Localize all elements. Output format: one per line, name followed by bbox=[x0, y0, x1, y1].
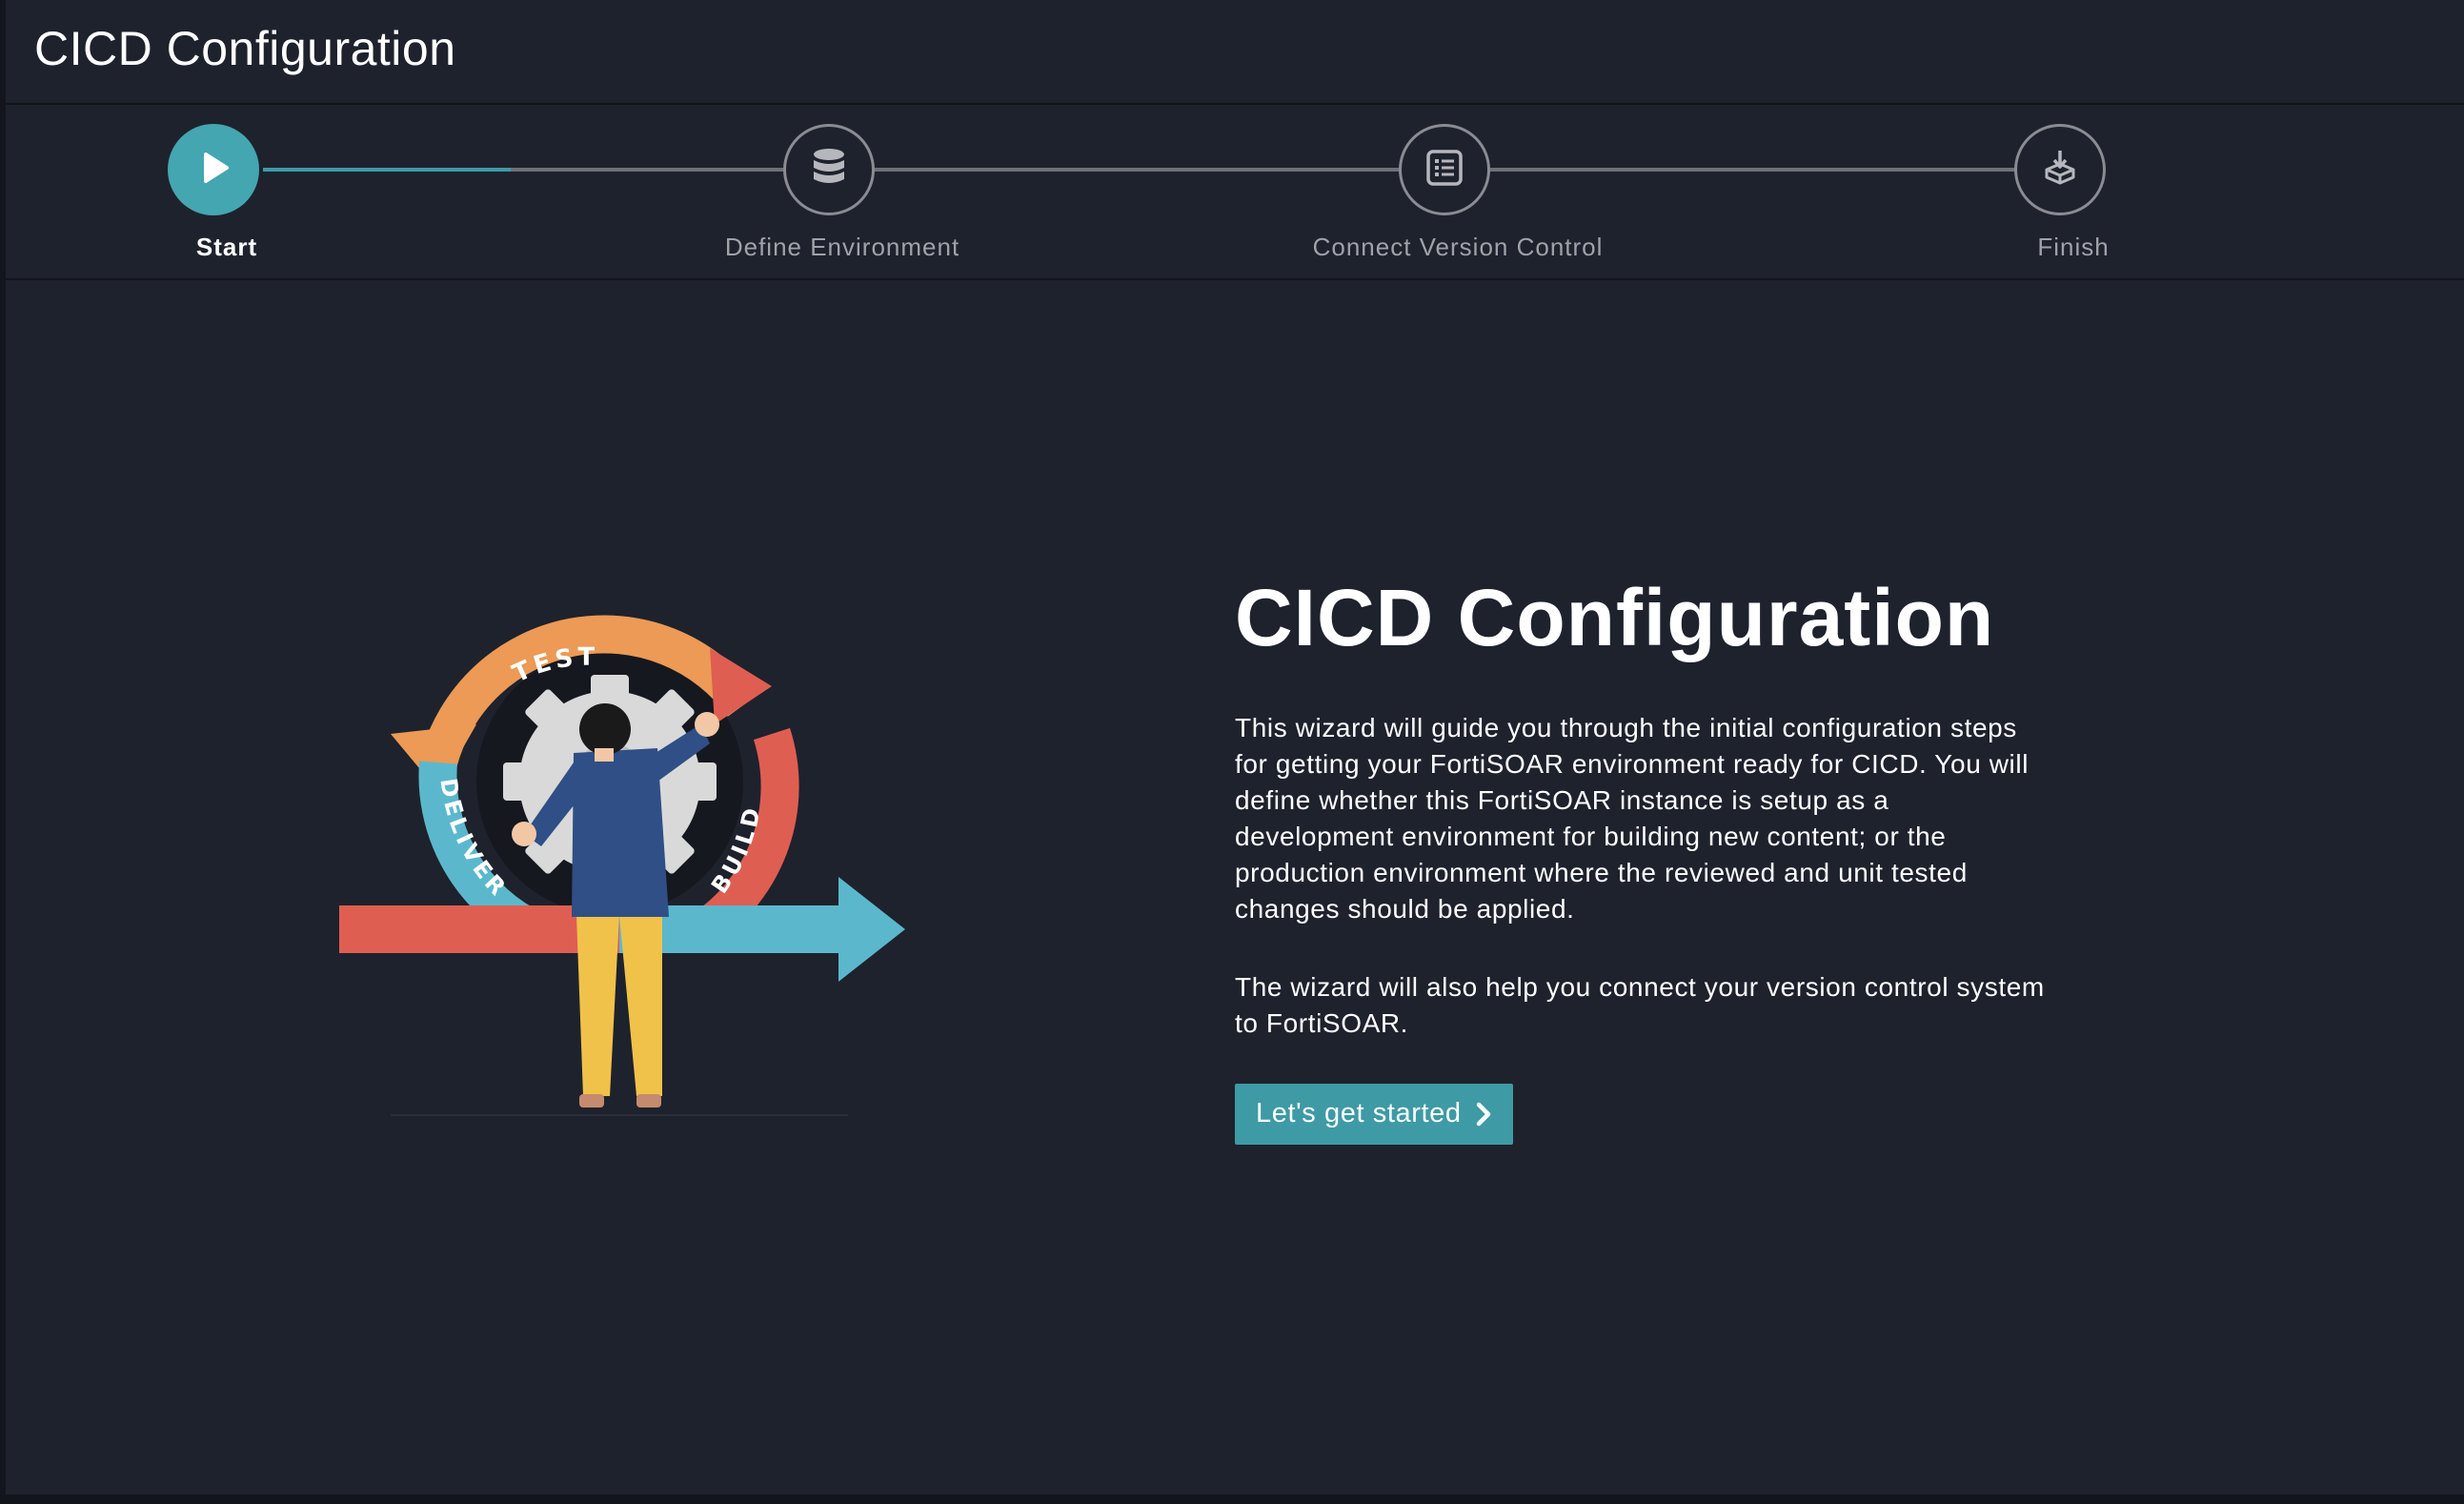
page-title: CICD Configuration bbox=[34, 22, 456, 75]
deploy-box-icon bbox=[2039, 147, 2081, 193]
stepper-track bbox=[263, 168, 2064, 172]
stepper-progress bbox=[263, 168, 511, 172]
bottom-border bbox=[0, 1494, 2464, 1504]
step-finish-label[interactable]: Finish bbox=[2037, 233, 2109, 262]
wizard-stepper: Start Define Environment Connect Version… bbox=[6, 105, 2464, 280]
cicd-illustration: TEST DELIVER BUILD bbox=[333, 591, 905, 1125]
get-started-label: Let's get started bbox=[1256, 1098, 1462, 1129]
play-icon bbox=[192, 147, 234, 193]
list-icon bbox=[1424, 147, 1465, 193]
page-header: CICD Configuration bbox=[6, 0, 2464, 105]
wizard-page: CICD Configuration Start Define Environm… bbox=[0, 0, 2464, 1504]
step-connect-version-control-label[interactable]: Connect Version Control bbox=[1313, 233, 1604, 262]
intro-paragraph-1: This wizard will guide you through the i… bbox=[1235, 712, 2030, 924]
intro-content: CICD Configuration This wizard will guid… bbox=[1235, 572, 2054, 1145]
step-finish-circle[interactable] bbox=[2014, 124, 2106, 215]
step-connect-version-control-circle[interactable] bbox=[1399, 124, 1490, 215]
step-define-environment-label[interactable]: Define Environment bbox=[725, 233, 959, 262]
intro-paragraph-2: The wizard will also help you connect yo… bbox=[1235, 971, 2045, 1038]
step-define-environment-circle[interactable] bbox=[783, 124, 875, 215]
intro-title: CICD Configuration bbox=[1235, 573, 1995, 662]
get-started-button[interactable]: Let's get started bbox=[1235, 1083, 1513, 1145]
database-icon bbox=[810, 147, 848, 193]
cicd-cycle-graphic: TEST DELIVER BUILD bbox=[339, 615, 905, 1116]
step-start-label[interactable]: Start bbox=[196, 233, 257, 262]
step-start-circle[interactable] bbox=[168, 124, 259, 215]
chevron-right-icon bbox=[1475, 1102, 1492, 1127]
